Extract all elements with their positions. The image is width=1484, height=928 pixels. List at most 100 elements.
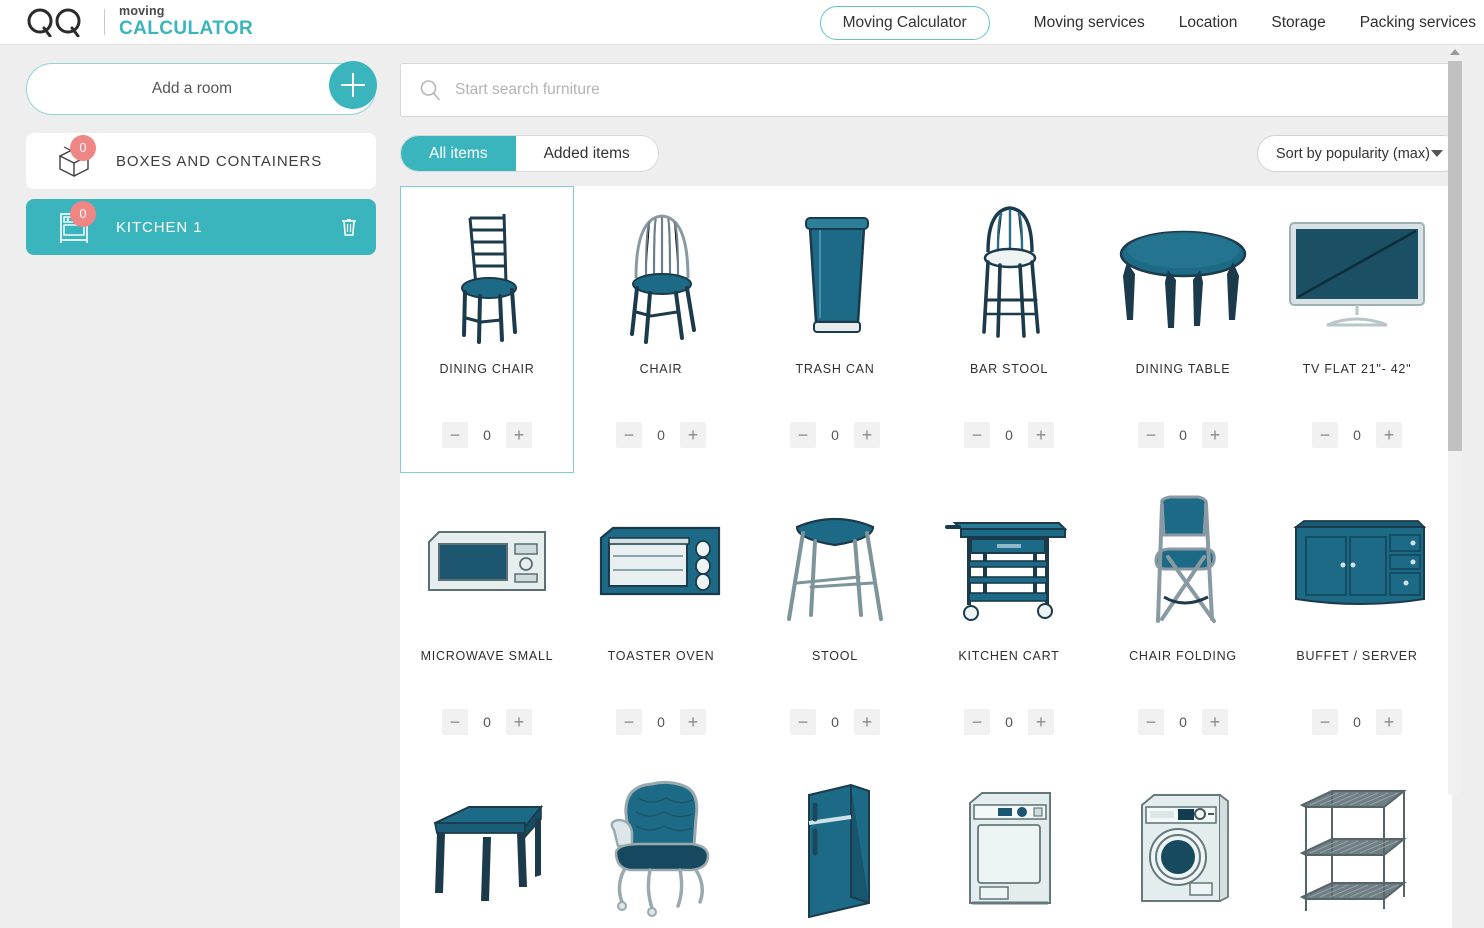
nav-location[interactable]: Location <box>1179 14 1238 32</box>
item-name: DINING TABLE <box>1135 362 1231 376</box>
plus-icon[interactable] <box>329 61 377 109</box>
item-card[interactable]: TOASTER OVEN − 0 + <box>574 473 748 760</box>
decrement-button[interactable]: − <box>1312 709 1338 735</box>
increment-button[interactable]: + <box>1028 709 1054 735</box>
item-card[interactable]: DINING CHAIR − 0 + <box>400 186 574 473</box>
app-header: moving CALCULATOR Moving Calculator Movi… <box>0 0 1484 45</box>
decrement-button[interactable]: − <box>442 709 468 735</box>
item-name: TRASH CAN <box>795 362 875 376</box>
item-card[interactable]: DINING TABLE − 0 + <box>1096 186 1270 473</box>
decrement-button[interactable]: − <box>790 709 816 735</box>
sidebar-item-boxes-and-containers[interactable]: 0 BOXES AND CONTAINERS <box>26 133 376 189</box>
tab-added-items[interactable]: Added items <box>515 136 658 171</box>
item-card[interactable]: TV FLAT 21"- 42" − 0 + <box>1270 186 1444 473</box>
item-card[interactable]: BAR STOOL − 0 + <box>922 186 1096 473</box>
add-room-button[interactable]: Add a room <box>26 61 377 115</box>
item-quantity: 0 <box>1353 427 1361 443</box>
item-card[interactable] <box>1270 760 1444 928</box>
search-bar[interactable] <box>400 63 1462 117</box>
quantity-stepper: − 0 + <box>1312 709 1402 735</box>
item-card[interactable] <box>1096 760 1270 928</box>
search-icon <box>420 80 440 101</box>
minus-icon: − <box>1145 425 1157 445</box>
item-card[interactable] <box>574 760 748 928</box>
item-card[interactable]: MICROWAVE SMALL − 0 + <box>400 473 574 760</box>
quantity-stepper: − 0 + <box>442 422 532 448</box>
quantity-stepper: − 0 + <box>964 422 1054 448</box>
quantity-stepper: − 0 + <box>616 709 706 735</box>
logo-line-calculator: CALCULATOR <box>119 17 254 39</box>
increment-button[interactable]: + <box>1202 422 1228 448</box>
item-name: DINING CHAIR <box>439 362 535 376</box>
item-quantity: 0 <box>657 714 665 730</box>
dining-table-icon <box>1097 187 1269 362</box>
item-card[interactable] <box>748 760 922 928</box>
minus-icon: − <box>971 425 983 445</box>
decrement-button[interactable]: − <box>964 422 990 448</box>
toaster-oven-icon <box>575 474 747 649</box>
scrollbar-thumb[interactable] <box>1448 61 1462 451</box>
nav-moving-services[interactable]: Moving services <box>1034 14 1145 32</box>
item-card[interactable]: CHAIR − 0 + <box>574 186 748 473</box>
quantity-stepper: − 0 + <box>1138 709 1228 735</box>
decrement-button[interactable]: − <box>616 422 642 448</box>
increment-button[interactable]: + <box>506 422 532 448</box>
plus-icon: + <box>861 425 873 445</box>
bar-stool-icon <box>923 187 1095 362</box>
nav-packing-services[interactable]: Packing services <box>1360 14 1476 32</box>
item-name: STOOL <box>812 649 858 663</box>
item-card[interactable] <box>922 760 1096 928</box>
decrement-button[interactable]: − <box>442 422 468 448</box>
decrement-button[interactable]: − <box>616 709 642 735</box>
item-card[interactable]: TRASH CAN − 0 + <box>748 186 922 473</box>
item-name: TOASTER OVEN <box>607 649 715 663</box>
item-name: BUFFET / SERVER <box>1296 649 1418 663</box>
sidebar-item-kitchen-1[interactable]: 0 KITCHEN 1 <box>26 199 376 255</box>
item-grid-container: DINING CHAIR − 0 + CHAIR − 0 + TRASH CAN − 0 + BA… <box>400 186 1452 928</box>
item-card[interactable]: CHAIR FOLDING − 0 + <box>1096 473 1270 760</box>
kitchen-cart-icon <box>923 474 1095 649</box>
sidebar-item-label: BOXES AND CONTAINERS <box>116 152 323 170</box>
item-quantity: 0 <box>831 427 839 443</box>
increment-button[interactable]: + <box>854 709 880 735</box>
nav-moving-calculator[interactable]: Moving Calculator <box>819 5 990 40</box>
chevron-down-icon <box>1431 150 1443 157</box>
chair-folding-icon <box>1097 474 1269 649</box>
minus-icon: − <box>623 425 635 445</box>
decrement-button[interactable]: − <box>790 422 816 448</box>
increment-button[interactable]: + <box>854 422 880 448</box>
increment-button[interactable]: + <box>1376 709 1402 735</box>
sort-dropdown[interactable]: Sort by popularity (max) <box>1257 135 1462 172</box>
decrement-button[interactable]: − <box>964 709 990 735</box>
search-input[interactable] <box>455 81 1443 99</box>
logo[interactable]: moving CALCULATOR <box>0 5 253 38</box>
box-icon: 0 <box>54 135 96 181</box>
decrement-button[interactable]: − <box>1138 709 1164 735</box>
decrement-button[interactable]: − <box>1312 422 1338 448</box>
item-card[interactable]: BUFFET / SERVER − 0 + <box>1270 473 1444 760</box>
increment-button[interactable]: + <box>680 709 706 735</box>
item-quantity: 0 <box>483 427 491 443</box>
item-name: KITCHEN CART <box>958 649 1060 663</box>
item-card[interactable] <box>400 760 574 928</box>
item-quantity: 0 <box>831 714 839 730</box>
trash-icon[interactable] <box>338 216 360 238</box>
item-quantity: 0 <box>1005 714 1013 730</box>
item-card[interactable]: STOOL − 0 + <box>748 473 922 760</box>
increment-button[interactable]: + <box>680 422 706 448</box>
item-quantity: 0 <box>1353 714 1361 730</box>
increment-button[interactable]: + <box>1202 709 1228 735</box>
increment-button[interactable]: + <box>1028 422 1054 448</box>
item-card[interactable]: KITCHEN CART − 0 + <box>922 473 1096 760</box>
nav-storage[interactable]: Storage <box>1271 14 1325 32</box>
decrement-button[interactable]: − <box>1138 422 1164 448</box>
stool-icon <box>749 474 921 649</box>
quantity-stepper: − 0 + <box>964 709 1054 735</box>
grid-scrollbar[interactable] <box>1448 45 1462 795</box>
minus-icon: − <box>797 425 809 445</box>
tv-flat-icon <box>1271 187 1443 362</box>
scroll-up-arrow-icon[interactable] <box>1450 49 1460 55</box>
increment-button[interactable]: + <box>506 709 532 735</box>
increment-button[interactable]: + <box>1376 422 1402 448</box>
tab-all-items[interactable]: All items <box>401 136 516 171</box>
